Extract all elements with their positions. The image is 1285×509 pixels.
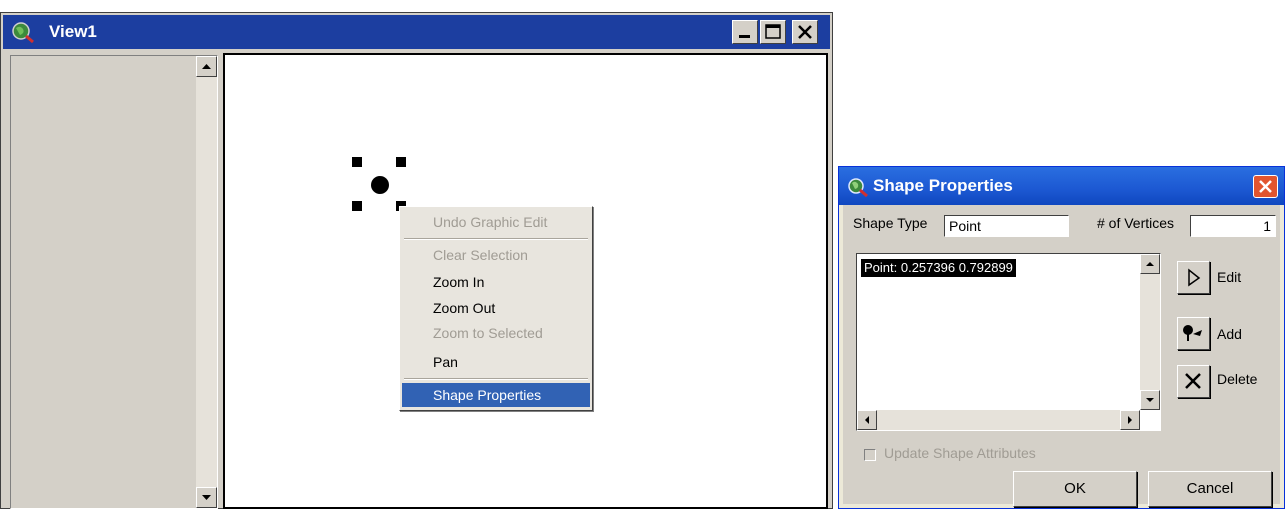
table-of-contents-panel[interactable] <box>10 55 218 509</box>
list-vertical-scrollbar[interactable] <box>1140 254 1160 410</box>
dialog-close-icon <box>1259 180 1272 193</box>
add-vertex-icon <box>1183 325 1202 341</box>
dialog-title: Shape Properties <box>873 176 1013 195</box>
dialog-close-button[interactable] <box>1253 175 1278 198</box>
minimize-icon <box>739 35 750 38</box>
edit-vertex-button[interactable] <box>1177 261 1210 294</box>
maximize-icon <box>765 24 781 39</box>
maximize-button[interactable] <box>760 20 786 44</box>
menu-item-pan[interactable]: Pan <box>402 350 590 374</box>
scroll-right-arrow-icon <box>1128 416 1132 424</box>
close-icon <box>798 25 812 39</box>
menu-item-zoom-to-selected[interactable]: Zoom to Selected <box>402 321 590 345</box>
update-shape-attributes-checkbox[interactable] <box>864 449 876 461</box>
menu-item-shape-properties[interactable]: Shape Properties <box>402 383 590 407</box>
selection-handle[interactable] <box>352 201 362 211</box>
selection-handle[interactable] <box>352 157 362 167</box>
menu-item-zoom-in[interactable]: Zoom In <box>402 270 590 294</box>
menu-item-clear-selection[interactable]: Clear Selection <box>402 243 590 267</box>
scroll-down-arrow-icon <box>1146 398 1154 402</box>
scroll-up-arrow-icon <box>1146 262 1154 266</box>
vertex-list[interactable]: Point: 0.257396 0.792899 <box>856 253 1161 431</box>
vertices-label: # of Vertices <box>1097 215 1175 231</box>
view1-title-bar[interactable]: View1 <box>3 15 830 49</box>
dialog-globe-icon <box>847 177 869 198</box>
scroll-up-arrow-icon <box>202 64 211 69</box>
context-menu: Undo Graphic Edit Clear Selection Zoom I… <box>399 206 593 411</box>
ok-button[interactable]: OK <box>1013 471 1137 507</box>
scroll-left-arrow-icon <box>865 416 869 424</box>
vertices-count-field[interactable]: 1 <box>1190 215 1276 237</box>
list-scroll-up-button[interactable] <box>1140 254 1160 274</box>
scroll-down-arrow-icon <box>202 495 211 500</box>
menu-separator <box>404 378 588 380</box>
list-scroll-right-button[interactable] <box>1120 410 1140 430</box>
menu-item-zoom-out[interactable]: Zoom Out <box>402 296 590 320</box>
menu-item-undo-graphic-edit[interactable]: Undo Graphic Edit <box>402 210 590 234</box>
scroll-up-button[interactable] <box>196 56 217 77</box>
selected-point-shape[interactable] <box>371 176 389 194</box>
shape-properties-dialog: Shape Properties Shape Type Point # of V… <box>838 166 1285 509</box>
close-button[interactable] <box>792 20 818 44</box>
selection-handle[interactable] <box>396 157 406 167</box>
view1-title: View1 <box>49 22 97 41</box>
dialog-title-bar[interactable]: Shape Properties <box>839 167 1284 205</box>
list-scroll-left-button[interactable] <box>857 410 877 430</box>
delete-vertex-button[interactable] <box>1177 365 1210 398</box>
list-horizontal-scrollbar[interactable] <box>857 410 1140 430</box>
edit-pointer-icon <box>1188 268 1201 287</box>
shape-type-label: Shape Type <box>853 215 928 231</box>
toc-vertical-scrollbar[interactable] <box>196 56 217 508</box>
menu-separator <box>404 238 588 240</box>
add-label: Add <box>1217 326 1242 342</box>
add-vertex-button[interactable] <box>1177 317 1210 350</box>
shape-type-field[interactable]: Point <box>944 215 1069 237</box>
update-shape-attributes-label: Update Shape Attributes <box>884 445 1036 461</box>
delete-x-icon <box>1185 373 1201 389</box>
app-globe-icon <box>11 21 35 44</box>
scroll-down-button[interactable] <box>196 487 217 508</box>
edit-label: Edit <box>1217 269 1242 285</box>
cancel-button[interactable]: Cancel <box>1148 471 1272 507</box>
minimize-button[interactable] <box>732 20 758 44</box>
delete-label: Delete <box>1217 371 1258 387</box>
list-scroll-down-button[interactable] <box>1140 390 1160 410</box>
dialog-body: Shape Type Point # of Vertices 1 Point: … <box>843 205 1280 507</box>
list-item[interactable]: Point: 0.257396 0.792899 <box>861 259 1016 277</box>
